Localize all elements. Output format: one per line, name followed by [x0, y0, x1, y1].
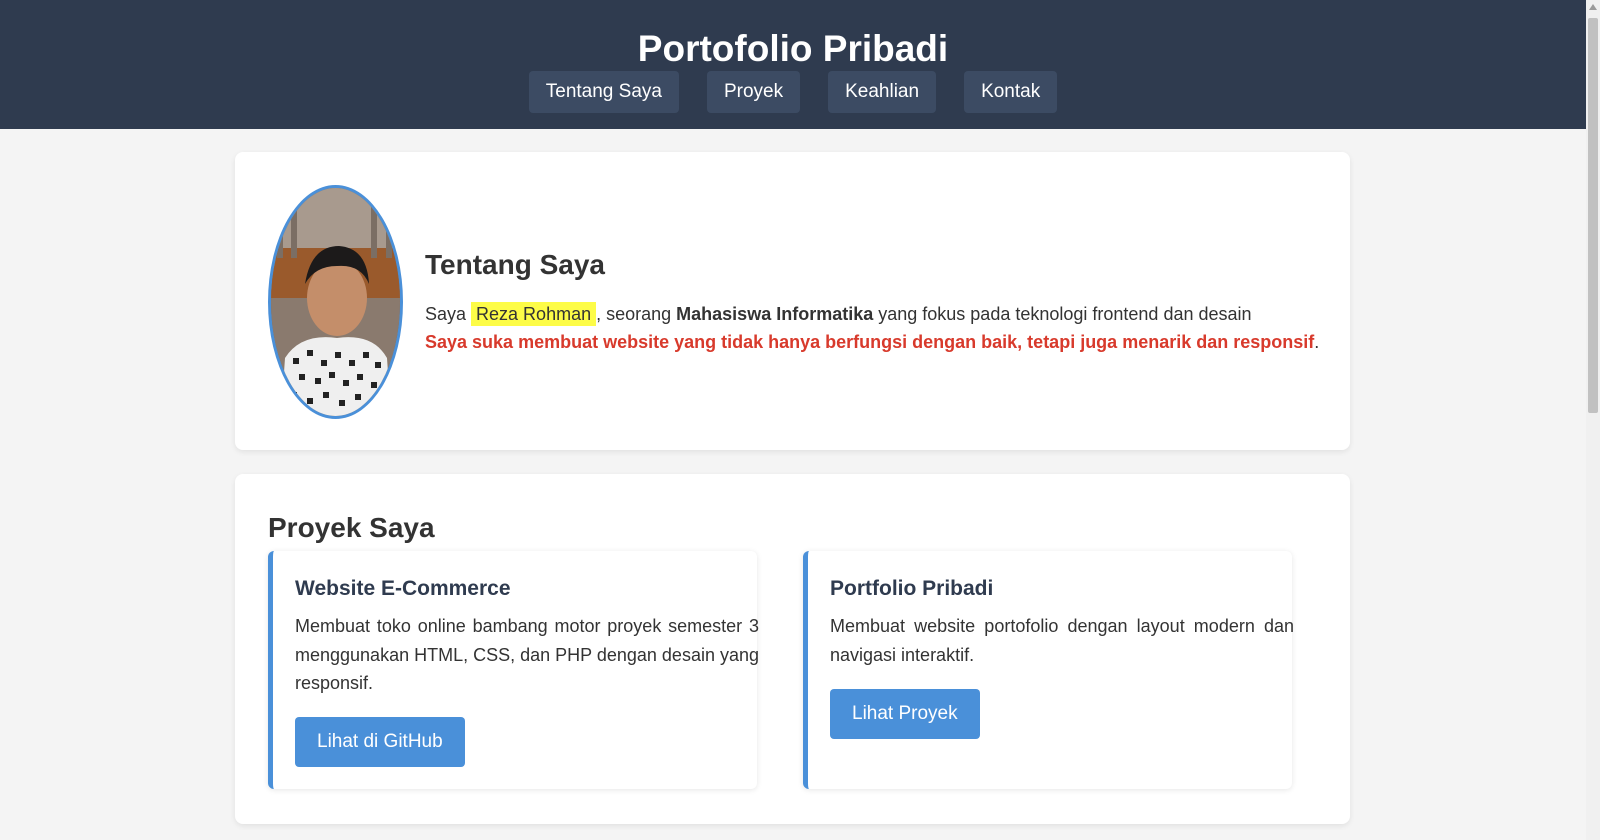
about-text: Tentang Saya Saya Reza Rohman, seorang M… [425, 248, 1325, 356]
project-title: Portfolio Pribadi [830, 577, 994, 600]
profile-photo [268, 185, 403, 419]
main-nav: Tentang Saya Proyek Keahlian Kontak [0, 71, 1586, 113]
site-header: Portofolio Pribadi Tentang Saya Proyek K… [0, 0, 1586, 129]
project-description: Membuat website portofolio dengan layout… [830, 616, 1294, 665]
nav-keahlian[interactable]: Keahlian [828, 71, 937, 113]
site-title: Portofolio Pribadi [637, 28, 949, 69]
profile-photo-illustration [271, 188, 400, 416]
about-intro-mid: , seorang [596, 304, 677, 324]
page-scrollbar[interactable] [1586, 0, 1600, 840]
about-period: . [1314, 332, 1320, 352]
view-on-github-button[interactable]: Lihat di GitHub [295, 717, 465, 767]
project-description: Membuat toko online bambang motor proyek… [295, 616, 759, 693]
about-heading: Tentang Saya [425, 249, 605, 280]
about-section: Tentang Saya Saya Reza Rohman, seorang M… [235, 152, 1350, 450]
about-intro-prefix: Saya [425, 304, 472, 324]
about-intro-suffix: yang fokus pada teknologi frontend dan d… [873, 304, 1252, 324]
about-role: Mahasiswa Informatika [676, 304, 874, 324]
view-project-button[interactable]: Lihat Proyek [830, 689, 980, 739]
project-title: Website E-Commerce [295, 577, 511, 600]
project-card-portfolio: Portfolio Pribadi Membuat website portof… [803, 551, 1294, 789]
scrollbar-thumb[interactable] [1588, 18, 1598, 413]
projects-section: Proyek Saya Website E-Commerce Membuat t… [235, 474, 1350, 824]
project-card-ecommerce: Website E-Commerce Membuat toko online b… [268, 551, 759, 789]
nav-kontak[interactable]: Kontak [964, 71, 1058, 113]
scroll-up-arrow-icon[interactable] [1589, 4, 1597, 10]
projects-heading: Proyek Saya [268, 512, 435, 543]
nav-proyek[interactable]: Proyek [706, 71, 801, 113]
about-highlight-sentence: Saya suka membuat website yang tidak han… [425, 332, 1315, 352]
about-paragraph: Saya Reza Rohman, seorang Mahasiswa Info… [425, 300, 1325, 356]
nav-tentang-saya[interactable]: Tentang Saya [528, 71, 679, 113]
highlighted-name: Reza Rohman [471, 302, 597, 326]
